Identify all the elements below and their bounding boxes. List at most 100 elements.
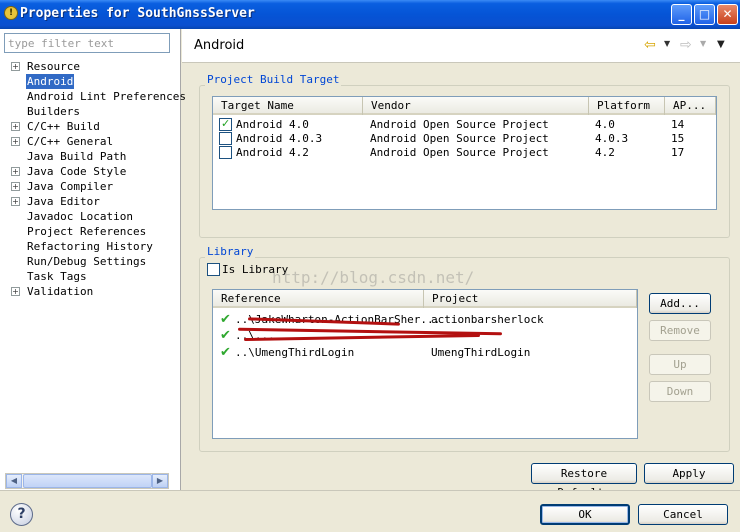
platform-cell: 4.0	[595, 118, 615, 131]
target-checkbox[interactable]	[219, 146, 232, 159]
column-header-api[interactable]: AP...	[665, 97, 716, 115]
back-arrow-icon[interactable]: ⇦	[644, 37, 656, 53]
restore-defaults-button[interactable]: Restore Defaults	[531, 463, 637, 499]
cancel-button[interactable]: Cancel	[638, 504, 728, 525]
tree-item-label: Refactoring History	[27, 240, 153, 253]
tree-item-label: Task Tags	[27, 270, 87, 283]
checkmark-icon: ✔	[220, 345, 231, 360]
tree-item-label: C/C++ Build	[27, 120, 100, 133]
tree-item-label: Project References	[27, 225, 147, 238]
column-header-vendor[interactable]: Vendor	[363, 97, 589, 115]
blog-watermark: http://blog.csdn.net/	[272, 268, 475, 287]
ok-button[interactable]: OK	[540, 504, 630, 525]
move-up-button[interactable]: Up	[649, 354, 711, 375]
tree-item[interactable]: Builders	[0, 104, 181, 119]
expand-plus-icon[interactable]: +	[11, 287, 20, 296]
target-checkbox[interactable]	[219, 132, 232, 145]
tree-item[interactable]: + C/C++ Build	[0, 119, 181, 134]
apply-button[interactable]: Apply	[644, 463, 734, 484]
table-row[interactable]: Android 4.0 Android Open Source Project 4.…	[213, 117, 716, 132]
forward-arrow-icon[interactable]: ⇨	[680, 37, 692, 53]
title-bar[interactable]: ! Properties for SouthGnssServer _ □ ✕	[0, 0, 740, 29]
table-row[interactable]: ✔ ..\UmengThirdLogin UmengThirdLogin	[213, 345, 637, 360]
tree-item[interactable]: Android Lint Preferences	[0, 89, 186, 104]
tree-item[interactable]: + Java Compiler	[0, 179, 181, 194]
filter-input[interactable]	[4, 33, 170, 53]
tree-item[interactable]: Refactoring History	[0, 239, 181, 254]
target-name-cell: Android 4.0	[236, 118, 309, 131]
window-title: Properties for SouthGnssServer	[20, 6, 255, 21]
expand-plus-icon[interactable]: +	[11, 197, 20, 206]
tree-item-label: Validation	[27, 285, 94, 298]
target-checkbox[interactable]	[219, 117, 232, 131]
api-level-cell: 15	[671, 132, 685, 145]
tree-item[interactable]: Javadoc Location	[0, 209, 181, 224]
eclipse-properties-icon: !	[4, 6, 18, 20]
page-title: Android	[194, 38, 245, 53]
tree-item-label: Javadoc Location	[27, 210, 133, 223]
tree-item-label: Java Build Path	[27, 150, 127, 163]
back-history-dropdown-icon[interactable]: ▼	[664, 39, 670, 48]
tree-item[interactable]: Java Build Path	[0, 149, 181, 164]
tree-item[interactable]: + Validation	[0, 284, 181, 299]
build-target-group-label: Project Build Target	[205, 73, 342, 86]
tree-item-label: Java Editor	[27, 195, 100, 208]
is-library-checkbox[interactable]	[207, 263, 220, 276]
library-reference-table[interactable]: Reference Project ✔..\JakeWharton-Action…	[212, 289, 638, 439]
project-name-cell: actionbarsherlock	[431, 313, 544, 326]
tree-item[interactable]: Android	[0, 74, 181, 89]
maximize-button[interactable]: □	[694, 4, 715, 25]
scroll-left-arrow-icon[interactable]: ◀	[6, 474, 22, 488]
api-level-cell: 17	[671, 146, 685, 159]
scroll-right-arrow-icon[interactable]: ▶	[152, 474, 168, 488]
tree-item[interactable]: + C/C++ General	[0, 134, 181, 149]
expand-plus-icon[interactable]: +	[11, 122, 20, 131]
expand-plus-icon[interactable]: +	[11, 137, 20, 146]
close-button[interactable]: ✕	[717, 4, 738, 25]
vendor-cell: Android Open Source Project	[370, 118, 549, 131]
vendor-cell: Android Open Source Project	[370, 132, 549, 145]
build-target-table[interactable]: Target Name Vendor Platform AP... Androi…	[212, 96, 717, 210]
tree-item[interactable]: Task Tags	[0, 269, 181, 284]
help-icon[interactable]: ?	[10, 503, 33, 526]
table-row[interactable]: Android 4.0.3 Android Open Source Project…	[213, 132, 716, 146]
column-header-reference[interactable]: Reference	[213, 290, 424, 308]
tree-item[interactable]: + Java Editor	[0, 194, 181, 209]
tree-item-label: C/C++ General	[27, 135, 114, 148]
vendor-cell: Android Open Source Project	[370, 146, 549, 159]
forward-history-dropdown-icon[interactable]: ▼	[700, 39, 706, 48]
library-table-header: Reference Project	[213, 290, 637, 308]
expand-plus-icon[interactable]: +	[11, 62, 20, 71]
column-header-project[interactable]: Project	[424, 290, 637, 308]
target-name-cell: Android 4.0.3	[236, 132, 323, 145]
tree-item-label: Java Compiler	[27, 180, 114, 193]
api-level-cell: 14	[671, 118, 685, 131]
column-header-target-name[interactable]: Target Name	[213, 97, 363, 115]
expand-plus-icon[interactable]: +	[11, 167, 20, 176]
target-name-cell: Android 4.2	[236, 146, 309, 159]
minimize-button[interactable]: _	[671, 4, 692, 25]
view-menu-icon[interactable]: ▼	[717, 39, 725, 50]
tree-item-label: Builders	[27, 105, 80, 118]
move-down-button[interactable]: Down	[649, 381, 711, 402]
nav-horizontal-scrollbar[interactable]: ◀ ▶	[5, 473, 169, 489]
checkmark-icon: ✔	[220, 328, 231, 343]
page-header: Android ⇦ ▼ ⇨ ▼ ▼	[182, 29, 740, 63]
tree-item-label: Resource	[27, 60, 80, 73]
remove-library-button[interactable]: Remove	[649, 320, 711, 341]
tree-item[interactable]: Project References	[0, 224, 181, 239]
tree-item[interactable]: + Resource	[0, 59, 181, 74]
table-row[interactable]: Android 4.2 Android Open Source Project 4.…	[213, 146, 716, 160]
column-header-platform[interactable]: Platform	[589, 97, 665, 115]
tree-item-label: Java Code Style	[27, 165, 127, 178]
tree-item[interactable]: Run/Debug Settings	[0, 254, 181, 269]
build-target-table-header: Target Name Vendor Platform AP...	[213, 97, 716, 115]
expand-plus-icon[interactable]: +	[11, 182, 20, 191]
library-group-label: Library	[205, 245, 256, 258]
scrollbar-thumb[interactable]	[23, 474, 152, 488]
checkmark-icon: ✔	[220, 312, 231, 327]
tree-item-label: Android	[26, 74, 75, 89]
tree-item[interactable]: + Java Code Style	[0, 164, 181, 179]
add-library-button[interactable]: Add...	[649, 293, 711, 314]
properties-nav-pane: + ResourceAndroidAndroid Lint Preferences…	[0, 29, 186, 490]
